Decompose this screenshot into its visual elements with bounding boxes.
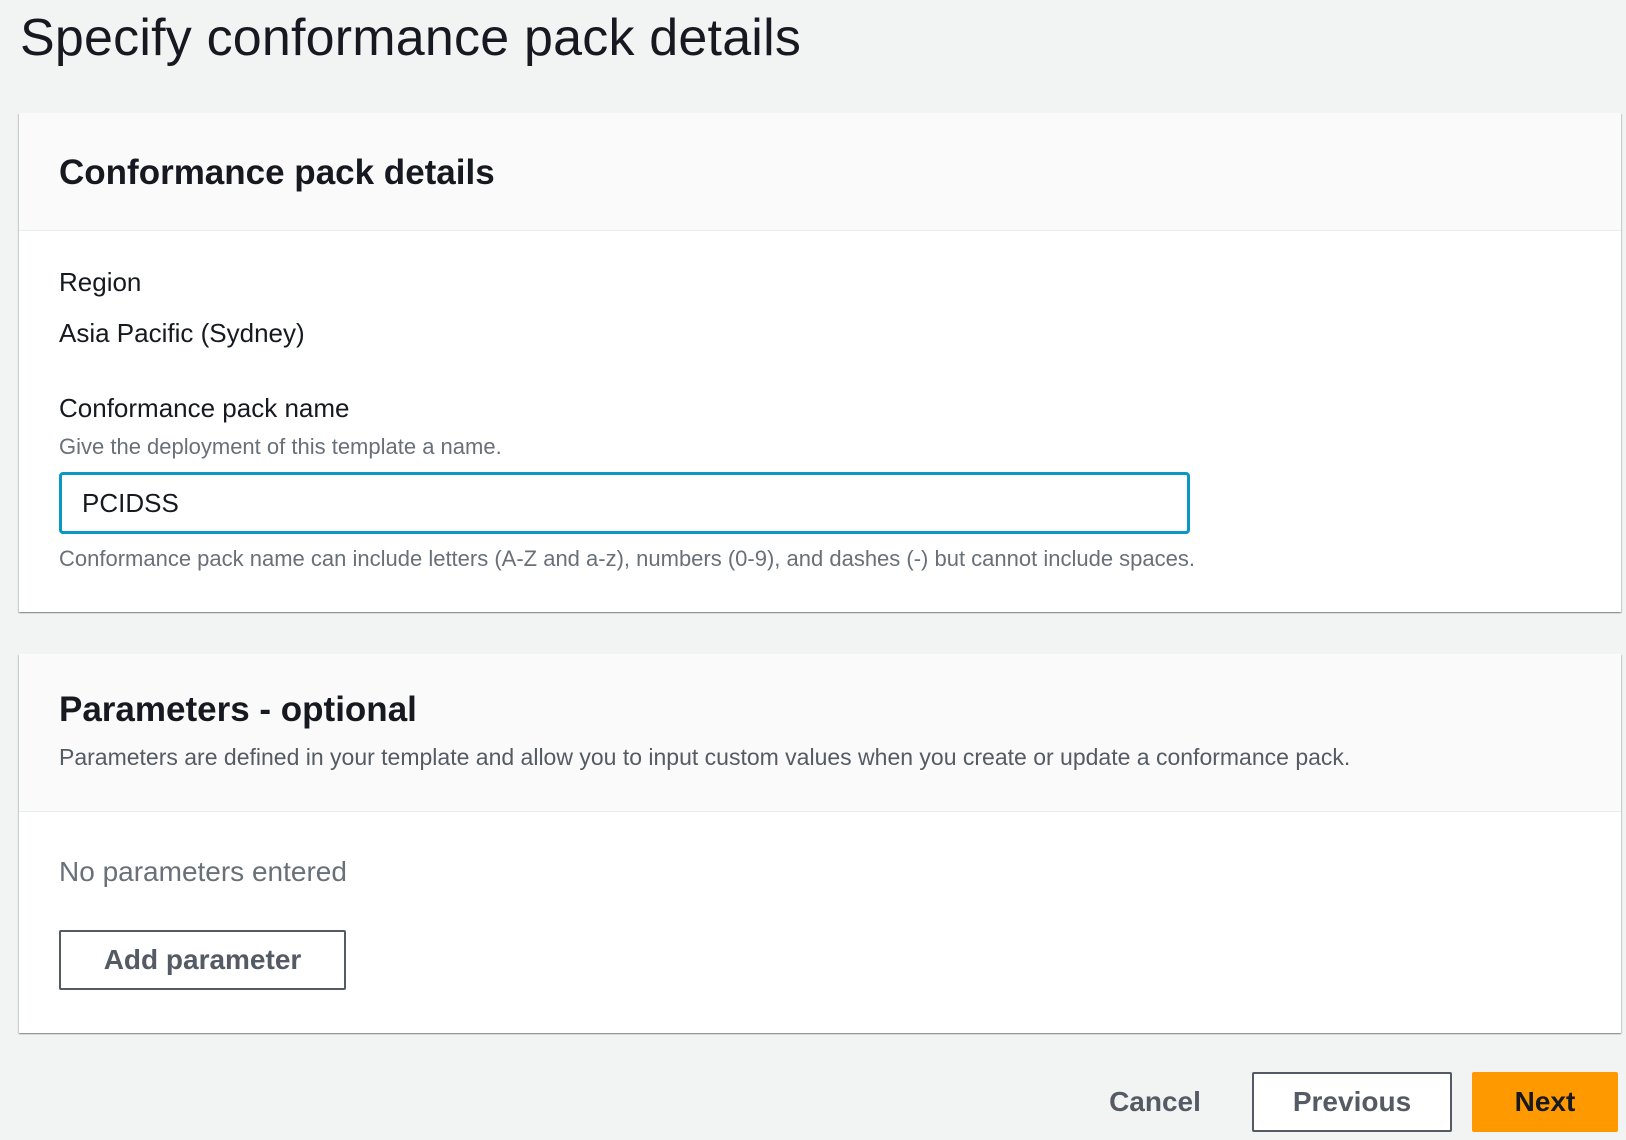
previous-button[interactable]: Previous: [1252, 1072, 1452, 1132]
conformance-pack-name-field: Conformance pack name Give the deploymen…: [59, 393, 1581, 572]
name-label: Conformance pack name: [59, 393, 350, 423]
parameters-panel: Parameters - optional Parameters are def…: [19, 654, 1621, 1033]
details-panel-header: Conformance pack details: [19, 113, 1621, 231]
conformance-pack-details-panel: Conformance pack details Region Asia Pac…: [19, 113, 1621, 612]
details-panel-title: Conformance pack details: [59, 153, 495, 192]
region-value: Asia Pacific (Sydney): [59, 318, 305, 348]
add-parameter-button[interactable]: Add parameter: [59, 930, 346, 990]
parameters-panel-body: No parameters entered Add parameter: [19, 812, 1621, 990]
cancel-button[interactable]: Cancel: [1100, 1072, 1210, 1132]
page-title: Specify conformance pack details: [20, 9, 802, 67]
name-constraint-text: Conformance pack name can include letter…: [59, 546, 1195, 571]
region-label: Region: [59, 267, 142, 297]
conformance-pack-name-input[interactable]: [59, 472, 1190, 534]
name-description: Give the deployment of this template a n…: [59, 434, 502, 459]
next-button[interactable]: Next: [1472, 1072, 1618, 1132]
parameters-panel-description: Parameters are defined in your template …: [59, 744, 1351, 770]
no-parameters-text: No parameters entered: [59, 856, 347, 887]
wizard-actions: Cancel Previous Next: [1100, 1072, 1618, 1132]
details-panel-body: Region Asia Pacific (Sydney) Conformance…: [19, 231, 1621, 572]
parameters-panel-header: Parameters - optional Parameters are def…: [19, 654, 1621, 812]
region-field: Region Asia Pacific (Sydney): [59, 267, 1581, 349]
parameters-panel-title: Parameters - optional: [59, 690, 417, 729]
page: Specify conformance pack details Conform…: [0, 0, 1626, 1140]
